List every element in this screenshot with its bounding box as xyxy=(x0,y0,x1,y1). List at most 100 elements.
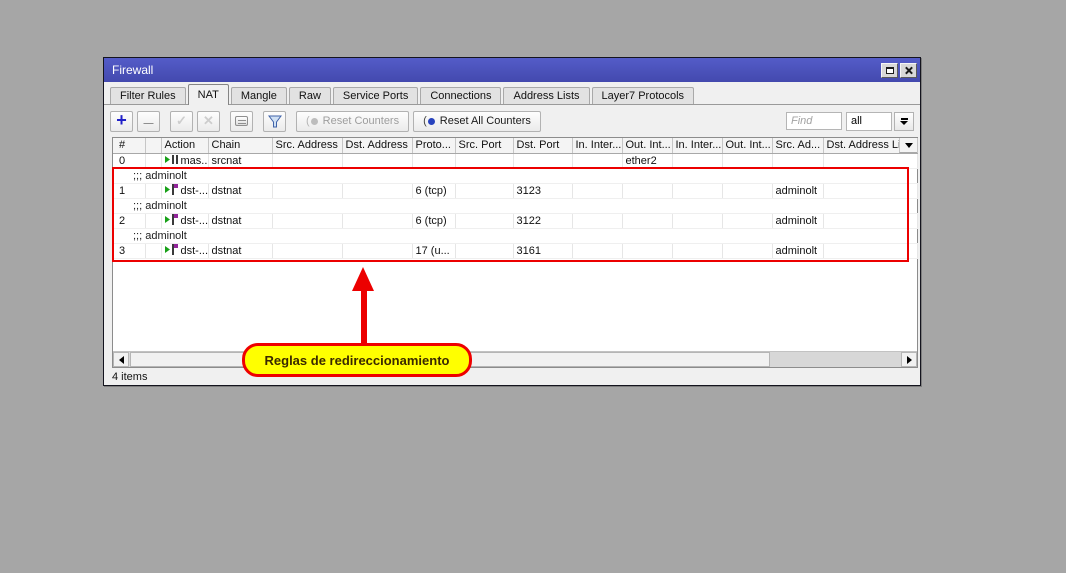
table-cell xyxy=(412,153,455,168)
table-cell: 6 (tcp) xyxy=(412,183,455,198)
close-button[interactable] xyxy=(900,63,917,78)
scroll-right-button[interactable] xyxy=(901,352,917,367)
column-header[interactable]: Src. Address xyxy=(272,138,342,153)
table-cell: srcnat xyxy=(208,153,272,168)
table-row[interactable]: 2dst-...dstnat6 (tcp)3122adminolt xyxy=(113,213,917,228)
desktop: Firewall Filter RulesNATMangleRawService… xyxy=(0,0,1066,573)
table-row[interactable]: 0mas...srcnatether2 xyxy=(113,153,917,168)
table-row[interactable]: ;;; adminolt xyxy=(113,198,917,213)
disable-button[interactable] xyxy=(197,111,220,132)
column-header[interactable]: # xyxy=(113,138,145,153)
toolbar: ( Reset Counters ( Reset All Counters al… xyxy=(104,106,920,136)
column-header[interactable]: Src. Port xyxy=(455,138,513,153)
table-cell xyxy=(622,183,672,198)
column-header[interactable] xyxy=(145,138,161,153)
masquerade-icon xyxy=(165,154,179,168)
maximize-button[interactable] xyxy=(881,63,898,78)
table-cell: dst-... xyxy=(161,213,208,228)
tab-nat[interactable]: NAT xyxy=(188,84,229,105)
dst-nat-icon xyxy=(165,214,179,228)
table-cell: ether2 xyxy=(622,153,672,168)
table-cell xyxy=(145,243,161,258)
table-cell xyxy=(823,153,917,168)
filter-combo-dropdown-button[interactable] xyxy=(894,112,914,131)
column-header[interactable]: Action xyxy=(161,138,208,153)
column-header[interactable]: Dst. Address xyxy=(342,138,412,153)
table-row[interactable]: 1dst-...dstnat6 (tcp)3123adminolt xyxy=(113,183,917,198)
table-cell: 17 (u... xyxy=(412,243,455,258)
table-cell xyxy=(342,183,412,198)
reset-all-counters-button[interactable]: ( Reset All Counters xyxy=(413,111,541,132)
reset-counters-button[interactable]: ( Reset Counters xyxy=(296,111,409,132)
check-icon xyxy=(176,113,187,129)
table-cell xyxy=(572,243,622,258)
table-cell xyxy=(823,243,917,258)
annotation-arrow-head xyxy=(352,267,374,291)
scroll-left-button[interactable] xyxy=(113,352,129,367)
tab-layer7-protocols[interactable]: Layer7 Protocols xyxy=(592,87,695,104)
nat-rules-table: # ActionChainSrc. AddressDst. AddressProt… xyxy=(113,138,918,259)
table-cell: 3123 xyxy=(513,183,572,198)
column-header[interactable]: Chain xyxy=(208,138,272,153)
table-cell xyxy=(672,183,722,198)
column-header[interactable]: Proto... xyxy=(412,138,455,153)
tab-filter-rules[interactable]: Filter Rules xyxy=(110,87,186,104)
rule-comment: ;;; adminolt xyxy=(113,228,917,243)
tab-mangle[interactable]: Mangle xyxy=(231,87,287,104)
filter-combo: all xyxy=(846,112,914,131)
column-header[interactable]: Src. Ad... xyxy=(772,138,823,153)
window-titlebar[interactable]: Firewall xyxy=(104,58,920,82)
table-cell xyxy=(145,153,161,168)
filter-combo-value[interactable]: all xyxy=(846,112,892,131)
annotation-callout: Reglas de redireccionamiento xyxy=(242,343,472,377)
filter-button[interactable] xyxy=(263,111,286,132)
find-input[interactable] xyxy=(786,112,842,130)
dst-nat-icon xyxy=(165,184,179,198)
column-picker-button[interactable] xyxy=(899,138,917,153)
remove-button[interactable] xyxy=(137,111,160,132)
column-header[interactable]: In. Inter... xyxy=(572,138,622,153)
column-header[interactable]: In. Inter... xyxy=(672,138,722,153)
table-cell: dstnat xyxy=(208,183,272,198)
cross-icon xyxy=(203,113,214,129)
table-cell xyxy=(622,243,672,258)
table-cell xyxy=(823,183,917,198)
table-cell xyxy=(672,243,722,258)
column-header[interactable]: Out. Int... xyxy=(722,138,772,153)
table-cell xyxy=(455,153,513,168)
table-cell xyxy=(272,213,342,228)
table-cell xyxy=(722,243,772,258)
table-row[interactable]: 3dst-...dstnat17 (u...3161adminolt xyxy=(113,243,917,258)
annotation-label: Reglas de redireccionamiento xyxy=(265,353,450,368)
tab-service-ports[interactable]: Service Ports xyxy=(333,87,418,104)
table-cell: 3 xyxy=(113,243,145,258)
close-icon xyxy=(904,66,913,75)
comment-button[interactable] xyxy=(230,111,253,132)
tab-address-lists[interactable]: Address Lists xyxy=(503,87,589,104)
dropdown-icon xyxy=(901,118,908,120)
table-cell xyxy=(272,183,342,198)
table-row[interactable]: ;;; adminolt xyxy=(113,168,917,183)
status-bar: 4 items xyxy=(112,371,147,383)
table-cell xyxy=(672,153,722,168)
tab-raw[interactable]: Raw xyxy=(289,87,331,104)
table-cell xyxy=(455,183,513,198)
table-row[interactable]: ;;; adminolt xyxy=(113,228,917,243)
annotation-arrow xyxy=(361,289,367,346)
table-cell: 6 (tcp) xyxy=(412,213,455,228)
table-cell xyxy=(342,243,412,258)
dst-nat-icon xyxy=(165,244,179,258)
table-cell: 3122 xyxy=(513,213,572,228)
reset-all-counters-icon: ( xyxy=(423,115,435,127)
add-button[interactable] xyxy=(110,111,133,132)
tab-connections[interactable]: Connections xyxy=(420,87,501,104)
arrow-left-icon xyxy=(119,356,124,364)
table-cell xyxy=(145,183,161,198)
horizontal-scrollbar[interactable] xyxy=(113,351,917,367)
column-header[interactable]: Out. Int... xyxy=(622,138,672,153)
table-cell: adminolt xyxy=(772,243,823,258)
table-cell xyxy=(772,153,823,168)
enable-button[interactable] xyxy=(170,111,193,132)
table-cell: dst-... xyxy=(161,243,208,258)
column-header[interactable]: Dst. Port xyxy=(513,138,572,153)
